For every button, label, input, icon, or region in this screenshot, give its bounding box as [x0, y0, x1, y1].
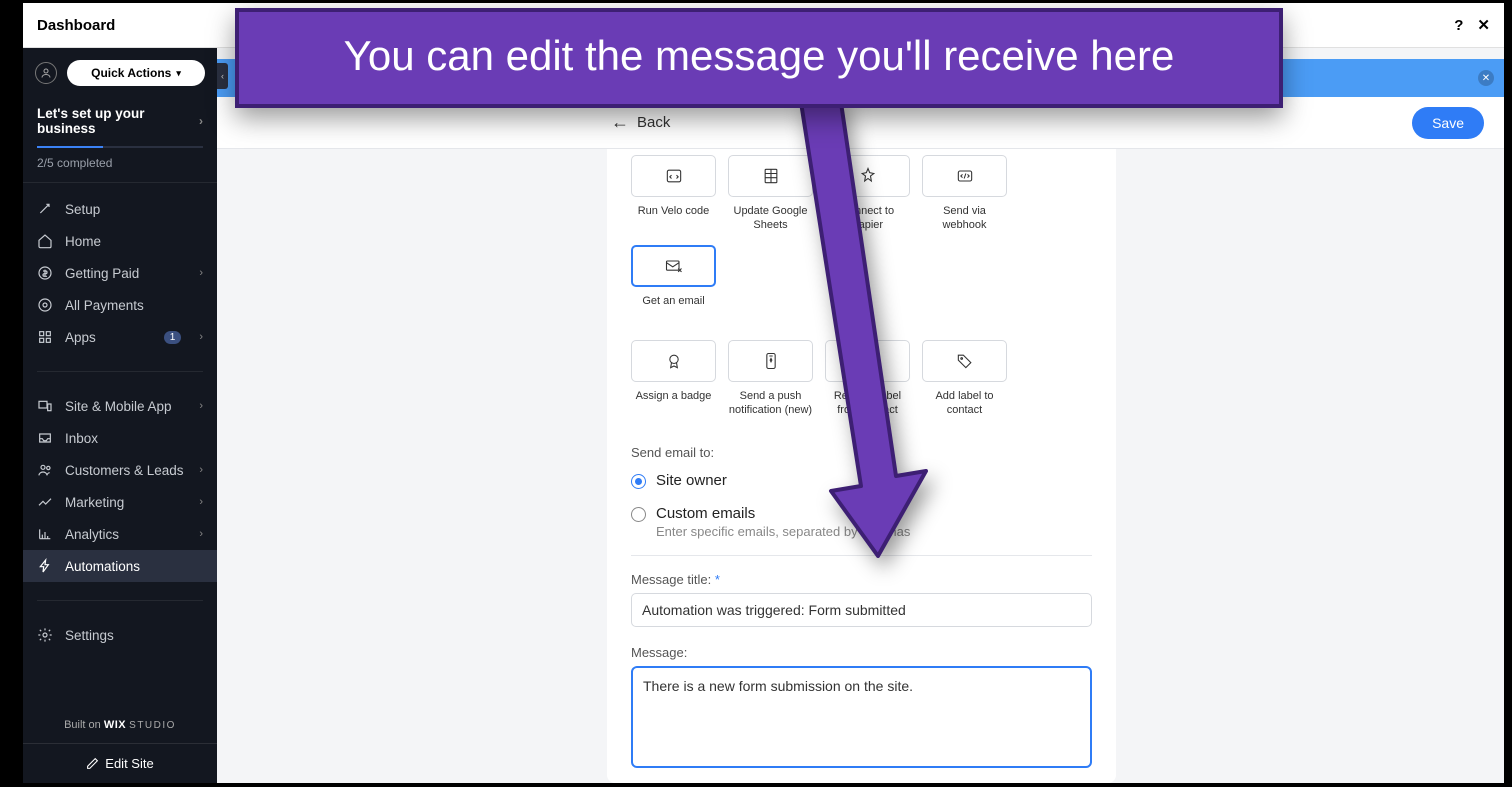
- nav-icon: [37, 329, 53, 345]
- sidebar-setup-business[interactable]: Let's set up your business ›: [37, 106, 203, 136]
- progress-bar: [37, 146, 203, 148]
- action-tile-assign-a-badge[interactable]: Assign a badge: [631, 340, 716, 418]
- sidebar-item-inbox[interactable]: Inbox: [23, 422, 217, 454]
- tile-label: Add label to contact: [922, 389, 1007, 418]
- action-tile-run-velo-code[interactable]: Run Velo code: [631, 155, 716, 233]
- action-tile-get-an-email[interactable]: Get an email: [631, 245, 716, 322]
- quick-actions-button[interactable]: Quick Actions ▾: [67, 60, 205, 86]
- annotation-callout: You can edit the message you'll receive …: [235, 8, 1283, 108]
- sidebar-collapse-button[interactable]: ‹: [217, 63, 228, 89]
- nav-label: Apps: [65, 330, 152, 345]
- nav-badge: 1: [164, 331, 182, 344]
- nav-label: Getting Paid: [65, 266, 187, 281]
- tile-label: Run Velo code: [631, 204, 716, 232]
- quick-actions-label: Quick Actions: [91, 66, 171, 80]
- nav-icon: [37, 430, 53, 446]
- back-label: Back: [637, 114, 670, 131]
- annotation-arrow-icon: [776, 96, 931, 561]
- nav-label: Customers & Leads: [65, 463, 187, 478]
- banner-close-icon[interactable]: ✕: [1478, 70, 1494, 86]
- radio-icon: [631, 474, 646, 489]
- nav-label: Analytics: [65, 527, 187, 542]
- tile-icon: [631, 340, 716, 382]
- radio-site-owner-label: Site owner: [656, 472, 727, 489]
- back-button[interactable]: ← Back: [611, 112, 670, 133]
- chevron-right-icon: ›: [199, 496, 203, 508]
- nav-icon: [37, 494, 53, 510]
- chevron-down-icon: ▾: [176, 68, 181, 79]
- radio-icon: [631, 507, 646, 522]
- tile-icon: [631, 155, 716, 197]
- chevron-right-icon: ›: [199, 528, 203, 540]
- nav-icon: [37, 526, 53, 542]
- nav-label: All Payments: [65, 298, 203, 313]
- sidebar-item-settings[interactable]: Settings: [23, 619, 217, 651]
- tile-label: Assign a badge: [631, 389, 716, 417]
- nav-icon: [37, 201, 53, 217]
- nav-icon: [37, 265, 53, 281]
- save-button[interactable]: Save: [1412, 107, 1484, 139]
- nav-label: Automations: [65, 559, 203, 574]
- sidebar-item-automations[interactable]: Automations: [23, 550, 217, 582]
- tile-icon: [922, 340, 1007, 382]
- nav-icon: [37, 462, 53, 478]
- nav-label: Setup: [65, 202, 203, 217]
- sidebar-item-analytics[interactable]: Analytics ›: [23, 518, 217, 550]
- built-on-label: Built on WIX STUDIO: [23, 707, 217, 743]
- sidebar-item-setup[interactable]: Setup: [23, 193, 217, 225]
- message-textarea[interactable]: [631, 666, 1092, 768]
- nav-icon: [37, 558, 53, 574]
- tile-icon: [922, 155, 1007, 197]
- action-tile-add-label-to-contact[interactable]: Add label to contact: [922, 340, 1007, 418]
- message-title-input[interactable]: [631, 593, 1092, 627]
- arrow-left-icon: ←: [611, 112, 629, 133]
- sidebar-item-customers-leads[interactable]: Customers & Leads ›: [23, 454, 217, 486]
- action-tile-send-via-webhook[interactable]: Send via webhook: [922, 155, 1007, 233]
- sidebar-item-getting-paid[interactable]: Getting Paid ›: [23, 257, 217, 289]
- nav-icon: [37, 297, 53, 313]
- chevron-right-icon: ›: [199, 400, 203, 412]
- nav-label: Inbox: [65, 431, 203, 446]
- nav-label: Marketing: [65, 495, 187, 510]
- sidebar-item-apps[interactable]: Apps 1 ›: [23, 321, 217, 353]
- tile-label: Get an email: [631, 294, 716, 322]
- nav-label: Site & Mobile App: [65, 399, 187, 414]
- nav-icon: [37, 398, 53, 414]
- edit-site-button[interactable]: Edit Site: [23, 743, 217, 783]
- tile-icon: [631, 245, 716, 287]
- sidebar-item-site-mobile-app[interactable]: Site & Mobile App ›: [23, 390, 217, 422]
- chevron-right-icon: ›: [199, 114, 203, 128]
- help-icon[interactable]: ?: [1454, 17, 1463, 34]
- edit-site-label: Edit Site: [105, 756, 153, 771]
- progress-text: 2/5 completed: [37, 156, 203, 176]
- nav-label: Home: [65, 234, 203, 249]
- sidebar-item-all-payments[interactable]: All Payments: [23, 289, 217, 321]
- user-avatar-icon[interactable]: [35, 62, 57, 84]
- nav-icon: [37, 627, 53, 643]
- sidebar-item-home[interactable]: Home: [23, 225, 217, 257]
- page-title: Dashboard: [37, 17, 115, 34]
- sidebar: Quick Actions ▾ Let's set up your busine…: [23, 48, 217, 783]
- message-label: Message:: [631, 645, 1092, 660]
- message-title-label: Message title: *: [631, 572, 1092, 587]
- sidebar-item-marketing[interactable]: Marketing ›: [23, 486, 217, 518]
- nav-label: Settings: [65, 628, 203, 643]
- nav-icon: [37, 233, 53, 249]
- chevron-right-icon: ›: [199, 267, 203, 279]
- chevron-right-icon: ›: [199, 464, 203, 476]
- setup-title: Let's set up your business: [37, 106, 199, 136]
- close-icon[interactable]: ✕: [1477, 16, 1490, 34]
- chevron-right-icon: ›: [199, 331, 203, 343]
- tile-label: Send via webhook: [922, 204, 1007, 233]
